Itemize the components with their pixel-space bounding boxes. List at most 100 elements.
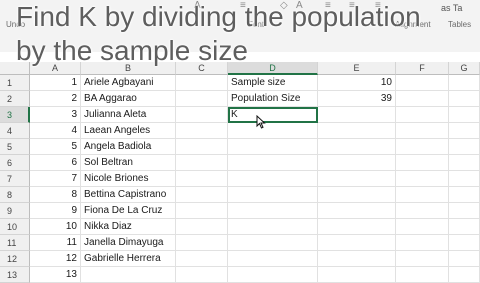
cell-d7[interactable] — [228, 171, 318, 187]
cell-e5[interactable] — [318, 139, 396, 155]
cell-d3[interactable]: K — [228, 107, 318, 123]
cell-a3[interactable]: 3 — [30, 107, 81, 123]
cell-f10[interactable] — [396, 219, 449, 235]
cell-c2[interactable] — [176, 91, 228, 107]
row-header[interactable]: 1 — [0, 75, 30, 91]
cell-e4[interactable] — [318, 123, 396, 139]
row-header[interactable]: 6 — [0, 155, 30, 171]
cell-g4[interactable] — [449, 123, 480, 139]
row-header[interactable]: 10 — [0, 219, 30, 235]
cell-d2[interactable]: Population Size — [228, 91, 318, 107]
cell-c1[interactable] — [176, 75, 228, 91]
cell-e13[interactable] — [318, 267, 396, 283]
cell-d4[interactable] — [228, 123, 318, 139]
cell-e12[interactable] — [318, 251, 396, 267]
cell-e10[interactable] — [318, 219, 396, 235]
cell-g13[interactable] — [449, 267, 480, 283]
cell-c10[interactable] — [176, 219, 228, 235]
row-header[interactable]: 4 — [0, 123, 30, 139]
cell-e7[interactable] — [318, 171, 396, 187]
cell-b11[interactable]: Janella Dimayuga — [81, 235, 176, 251]
cell-d6[interactable] — [228, 155, 318, 171]
row-header[interactable]: 9 — [0, 203, 30, 219]
cell-a6[interactable]: 6 — [30, 155, 81, 171]
cell-f3[interactable] — [396, 107, 449, 123]
cell-b10[interactable]: Nikka Diaz — [81, 219, 176, 235]
cell-f1[interactable] — [396, 75, 449, 91]
cell-b1[interactable]: Ariele Agbayani — [81, 75, 176, 91]
cell-d1[interactable]: Sample size — [228, 75, 318, 91]
cell-c4[interactable] — [176, 123, 228, 139]
cell-e2[interactable]: 39 — [318, 91, 396, 107]
cell-g8[interactable] — [449, 187, 480, 203]
cell-b9[interactable]: Fiona De La Cruz — [81, 203, 176, 219]
cell-g7[interactable] — [449, 171, 480, 187]
cell-a5[interactable]: 5 — [30, 139, 81, 155]
cell-b2[interactable]: BA Aggarao — [81, 91, 176, 107]
cell-d13[interactable] — [228, 267, 318, 283]
cell-g1[interactable] — [449, 75, 480, 91]
cell-b5[interactable]: Angela Badiola — [81, 139, 176, 155]
cell-c5[interactable] — [176, 139, 228, 155]
cell-c3[interactable] — [176, 107, 228, 123]
cell-c7[interactable] — [176, 171, 228, 187]
row-header[interactable]: 5 — [0, 139, 30, 155]
cell-f9[interactable] — [396, 203, 449, 219]
cell-g2[interactable] — [449, 91, 480, 107]
row-header[interactable]: 3 — [0, 107, 30, 123]
cell-a11[interactable]: 11 — [30, 235, 81, 251]
cell-e8[interactable] — [318, 187, 396, 203]
cell-a13[interactable]: 13 — [30, 267, 81, 283]
cell-b6[interactable]: Sol Beltran — [81, 155, 176, 171]
cell-c9[interactable] — [176, 203, 228, 219]
cell-d5[interactable] — [228, 139, 318, 155]
cell-b13[interactable] — [81, 267, 176, 283]
cell-a2[interactable]: 2 — [30, 91, 81, 107]
cell-f13[interactable] — [396, 267, 449, 283]
cell-a12[interactable]: 12 — [30, 251, 81, 267]
cell-a10[interactable]: 10 — [30, 219, 81, 235]
cell-g9[interactable] — [449, 203, 480, 219]
cell-b7[interactable]: Nicole Briones — [81, 171, 176, 187]
row-header[interactable]: 13 — [0, 267, 30, 283]
cell-g5[interactable] — [449, 139, 480, 155]
cell-b8[interactable]: Bettina Capistrano — [81, 187, 176, 203]
cell-c8[interactable] — [176, 187, 228, 203]
cell-a7[interactable]: 7 — [30, 171, 81, 187]
cell-f7[interactable] — [396, 171, 449, 187]
cell-f5[interactable] — [396, 139, 449, 155]
cell-f6[interactable] — [396, 155, 449, 171]
cell-c13[interactable] — [176, 267, 228, 283]
cell-b12[interactable]: Gabrielle Herrera — [81, 251, 176, 267]
cell-c11[interactable] — [176, 235, 228, 251]
cell-e11[interactable] — [318, 235, 396, 251]
cell-f11[interactable] — [396, 235, 449, 251]
cell-d8[interactable] — [228, 187, 318, 203]
cell-e1[interactable]: 10 — [318, 75, 396, 91]
row-header[interactable]: 11 — [0, 235, 30, 251]
row-header[interactable]: 7 — [0, 171, 30, 187]
cell-a9[interactable]: 9 — [30, 203, 81, 219]
cell-b3[interactable]: Julianna Aleta — [81, 107, 176, 123]
cell-g11[interactable] — [449, 235, 480, 251]
cell-d12[interactable] — [228, 251, 318, 267]
cell-d10[interactable] — [228, 219, 318, 235]
cell-f4[interactable] — [396, 123, 449, 139]
row-header[interactable]: 8 — [0, 187, 30, 203]
row-header[interactable]: 12 — [0, 251, 30, 267]
cell-e3[interactable] — [318, 107, 396, 123]
row-header[interactable]: 2 — [0, 91, 30, 107]
cell-c12[interactable] — [176, 251, 228, 267]
cell-e6[interactable] — [318, 155, 396, 171]
cell-g6[interactable] — [449, 155, 480, 171]
cell-g3[interactable] — [449, 107, 480, 123]
cell-e9[interactable] — [318, 203, 396, 219]
cell-a1[interactable]: 1 — [30, 75, 81, 91]
cell-f2[interactable] — [396, 91, 449, 107]
cell-f8[interactable] — [396, 187, 449, 203]
cell-d11[interactable] — [228, 235, 318, 251]
cell-a4[interactable]: 4 — [30, 123, 81, 139]
cell-a8[interactable]: 8 — [30, 187, 81, 203]
cell-b4[interactable]: Laean Angeles — [81, 123, 176, 139]
cell-g10[interactable] — [449, 219, 480, 235]
